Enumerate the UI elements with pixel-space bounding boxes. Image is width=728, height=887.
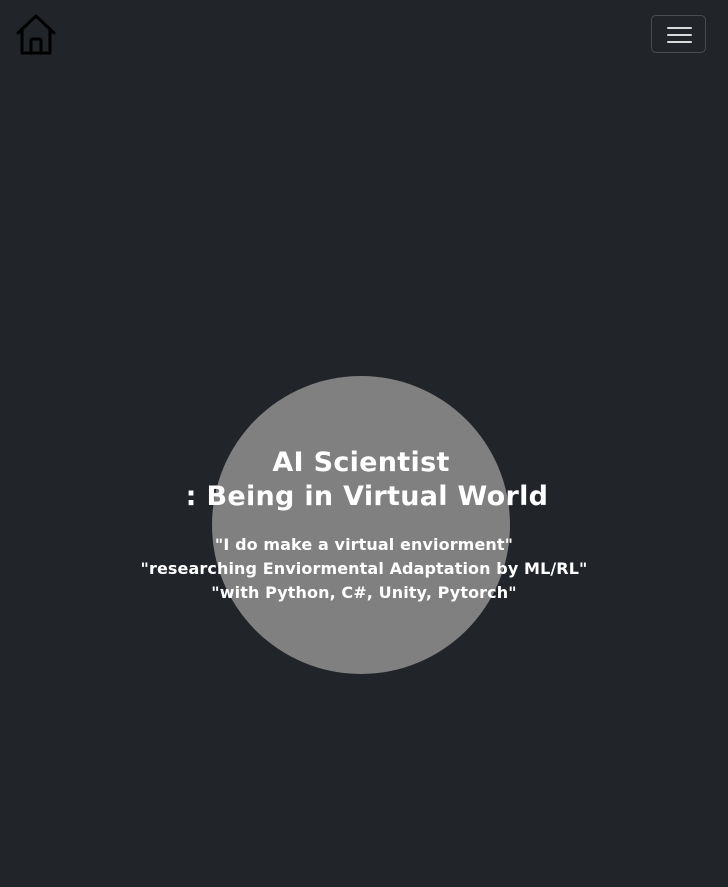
hero-title: AI Scientist : Being in Virtual World xyxy=(0,446,728,514)
hero-quote-line: "with Python, C#, Unity, Pytorch" xyxy=(211,583,517,602)
navbar-toggler-button[interactable] xyxy=(651,15,706,53)
hero-content: AI Scientist : Being in Virtual World "I… xyxy=(0,446,728,605)
home-link[interactable] xyxy=(14,12,58,56)
home-icon xyxy=(16,14,56,55)
navbar xyxy=(0,0,728,68)
hero-title-line: AI Scientist xyxy=(272,447,450,478)
hero-quote-line: "researching Enviormental Adaptation by … xyxy=(140,559,588,578)
hero-description: "I do make a virtual enviorment" "resear… xyxy=(0,533,728,605)
hero-quote-line: "I do make a virtual enviorment" xyxy=(214,535,514,554)
hero-subtitle-line: : Being in Virtual World xyxy=(185,481,549,512)
